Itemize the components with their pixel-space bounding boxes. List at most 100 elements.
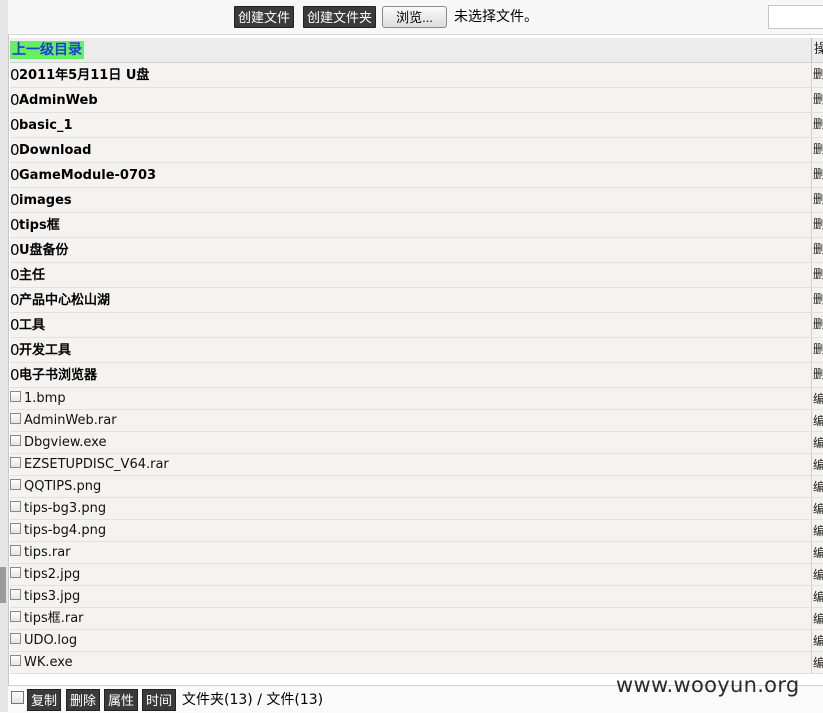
delete-folder-link[interactable]: 删 [811, 88, 823, 112]
edit-file-link[interactable]: 编 [811, 410, 823, 431]
folder-link[interactable]: 主任 [19, 267, 45, 285]
item-counts: 文件夹(13) / 文件(13) [182, 692, 324, 708]
edit-file-link[interactable]: 编 [811, 432, 823, 453]
edit-file-link[interactable]: 编 [811, 564, 823, 585]
file-row: tips框.rar 编 [10, 608, 823, 630]
folder-row[interactable]: 0U盘备份删 [10, 238, 823, 263]
folder-link[interactable]: 产品中心松山湖 [19, 292, 110, 310]
file-row: UDO.log 编 [10, 630, 823, 652]
file-row: AdminWeb.rar 编 [10, 410, 823, 432]
folder-link[interactable]: 电子书浏览器 [19, 367, 97, 385]
create-folder-button[interactable]: 创建文件夹 [303, 6, 377, 28]
file-checkbox[interactable] [10, 457, 21, 468]
file-link[interactable]: tips-bg3.png [24, 500, 106, 518]
file-list: 上一级目录 操 02011年5月11日 U盘删0AdminWeb删0basic_… [10, 38, 823, 674]
delete-folder-link[interactable]: 删 [811, 138, 823, 162]
frame-resize-handle[interactable] [0, 567, 6, 603]
file-checkbox[interactable] [10, 567, 21, 578]
file-link[interactable]: 1.bmp [24, 390, 66, 408]
delete-folder-link[interactable]: 删 [811, 188, 823, 212]
delete-folder-link[interactable]: 删 [811, 363, 823, 387]
delete-folder-link[interactable]: 删 [811, 338, 823, 362]
file-link[interactable]: tips.rar [24, 544, 71, 562]
folder-row[interactable]: 0工具删 [10, 313, 823, 338]
file-link[interactable]: WK.exe [24, 654, 73, 672]
delete-folder-link[interactable]: 删 [811, 263, 823, 287]
file-link[interactable]: AdminWeb.rar [24, 412, 117, 430]
file-checkbox[interactable] [10, 523, 21, 534]
delete-folder-link[interactable]: 删 [811, 63, 823, 87]
file-link[interactable]: EZSETUPDISC_V64.rar [24, 456, 169, 474]
file-row: QQTIPS.png 编 [10, 476, 823, 498]
file-checkbox[interactable] [10, 435, 21, 446]
folder-row[interactable]: 0tips框删 [10, 213, 823, 238]
folder-row[interactable]: 0images删 [10, 188, 823, 213]
select-all-checkbox[interactable] [11, 691, 24, 704]
file-checkbox[interactable] [10, 611, 21, 622]
folder-row[interactable]: 0主任删 [10, 263, 823, 288]
delete-folder-link[interactable]: 删 [811, 163, 823, 187]
edit-file-link[interactable]: 编 [811, 476, 823, 497]
file-row: Dbgview.exe 编 [10, 432, 823, 454]
file-row: EZSETUPDISC_V64.rar 编 [10, 454, 823, 476]
edit-file-link[interactable]: 编 [811, 388, 823, 409]
folder-row[interactable]: 0AdminWeb删 [10, 88, 823, 113]
edit-file-link[interactable]: 编 [811, 520, 823, 541]
parent-directory-link[interactable]: 上一级目录 [10, 41, 84, 59]
delete-folder-link[interactable]: 删 [811, 213, 823, 237]
delete-button[interactable]: 删除 [66, 689, 101, 711]
folder-link[interactable]: AdminWeb [19, 92, 98, 110]
folder-link[interactable]: 2011年5月11日 U盘 [19, 67, 149, 85]
edit-file-link[interactable]: 编 [811, 630, 823, 651]
file-link[interactable]: QQTIPS.png [24, 478, 101, 496]
file-checkbox[interactable] [10, 501, 21, 512]
file-link[interactable]: UDO.log [24, 632, 77, 650]
folder-link[interactable]: Download [19, 142, 91, 160]
edit-file-link[interactable]: 编 [811, 498, 823, 519]
file-link[interactable]: tips2.jpg [24, 566, 80, 584]
list-header: 上一级目录 操 [10, 38, 823, 63]
file-link[interactable]: Dbgview.exe [24, 434, 106, 452]
file-checkbox[interactable] [10, 589, 21, 600]
folder-row[interactable]: 0Download删 [10, 138, 823, 163]
folder-link[interactable]: 开发工具 [19, 342, 71, 360]
file-checkbox[interactable] [10, 413, 21, 424]
file-checkbox[interactable] [10, 545, 21, 556]
properties-button[interactable]: 属性 [104, 689, 139, 711]
edit-file-link[interactable]: 编 [811, 608, 823, 629]
file-status-text: 未选择文件。 [454, 9, 538, 25]
file-link[interactable]: tips框.rar [24, 610, 84, 628]
folder-row[interactable]: 0开发工具删 [10, 338, 823, 363]
copy-button[interactable]: 复制 [27, 689, 62, 711]
folder-row[interactable]: 0basic_1删 [10, 113, 823, 138]
browse-button[interactable]: 浏览... [382, 6, 447, 28]
folder-row[interactable]: 0电子书浏览器删 [10, 363, 823, 388]
delete-folder-link[interactable]: 删 [811, 313, 823, 337]
file-row: tips2.jpg 编 [10, 564, 823, 586]
folder-row[interactable]: 0GameModule-0703删 [10, 163, 823, 188]
folder-link[interactable]: 工具 [19, 317, 45, 335]
file-link[interactable]: tips-bg4.png [24, 522, 106, 540]
path-input[interactable] [768, 5, 823, 29]
folder-link[interactable]: basic_1 [19, 117, 73, 135]
edit-file-link[interactable]: 编 [811, 454, 823, 475]
file-link[interactable]: tips3.jpg [24, 588, 80, 606]
create-file-button[interactable]: 创建文件 [234, 6, 295, 28]
edit-file-link[interactable]: 编 [811, 542, 823, 563]
folder-row[interactable]: 0产品中心松山湖删 [10, 288, 823, 313]
delete-folder-link[interactable]: 删 [811, 288, 823, 312]
file-checkbox[interactable] [10, 479, 21, 490]
folder-link[interactable]: tips框 [19, 217, 60, 235]
edit-file-link[interactable]: 编 [811, 586, 823, 607]
folder-link[interactable]: U盘备份 [19, 242, 69, 260]
delete-folder-link[interactable]: 删 [811, 113, 823, 137]
file-checkbox[interactable] [10, 655, 21, 666]
file-checkbox[interactable] [10, 391, 21, 402]
delete-folder-link[interactable]: 删 [811, 238, 823, 262]
edit-file-link[interactable]: 编 [811, 652, 823, 673]
file-checkbox[interactable] [10, 633, 21, 644]
folder-link[interactable]: images [19, 192, 72, 210]
time-button[interactable]: 时间 [142, 689, 177, 711]
folder-link[interactable]: GameModule-0703 [19, 167, 156, 185]
folder-row[interactable]: 02011年5月11日 U盘删 [10, 63, 823, 88]
